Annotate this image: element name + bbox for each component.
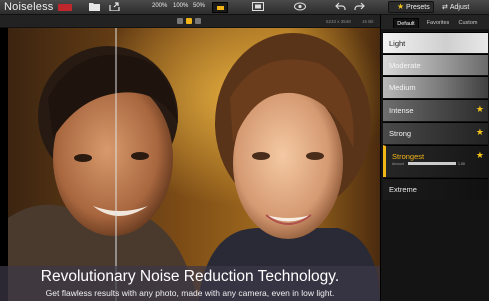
promo-subline: Get flawless results with any photo, mad…: [45, 288, 335, 298]
zoom-100-button[interactable]: 100%: [173, 3, 188, 9]
amount-label: Amount: [392, 162, 405, 166]
preset-label: Light: [389, 39, 406, 48]
app-logo-badge: [58, 4, 72, 11]
undo-icon[interactable]: [334, 2, 346, 13]
preset-medium[interactable]: Medium: [383, 76, 488, 98]
compare-indicator: [217, 6, 224, 10]
preset-intense[interactable]: Intense ★: [383, 99, 488, 121]
split-view-button[interactable]: [186, 18, 192, 24]
single-view-button[interactable]: [177, 18, 183, 24]
preset-category-tabs: Default Favorites Custom: [381, 15, 489, 29]
tab-custom[interactable]: Custom: [455, 18, 481, 28]
redo-icon[interactable]: [353, 2, 365, 13]
preset-strongest[interactable]: Strongest ★ Amount 1.00: [383, 145, 488, 177]
portrait-photo: [8, 28, 380, 301]
view-mode-bar: 5233 x 3548 16 Bit: [0, 15, 380, 28]
amount-slider-fill: [408, 162, 456, 165]
zoom-50-button[interactable]: 50%: [193, 3, 205, 9]
preset-label: Medium: [389, 83, 416, 92]
promo-headline: Revolutionary Noise Reduction Technology…: [40, 268, 340, 285]
adjust-tab[interactable]: ⇄ Adjust: [442, 3, 469, 11]
tab-favorites[interactable]: Favorites: [423, 18, 453, 28]
amount-slider[interactable]: [408, 162, 456, 165]
bit-depth: 16 Bit: [362, 19, 374, 24]
amount-value: 1.00: [458, 162, 465, 166]
main-toolbar: Noiseless 200% 100% 50% ★ Presets ⇄ Adjus…: [0, 0, 489, 15]
adjust-tab-label: Adjust: [449, 4, 470, 11]
side-by-side-view-button[interactable]: [195, 18, 201, 24]
sliders-icon: ⇄: [442, 4, 448, 11]
preset-label: Strong: [389, 129, 412, 138]
favorite-star-icon[interactable]: ★: [476, 127, 484, 138]
star-icon: ★: [397, 2, 405, 11]
eye-icon[interactable]: [294, 2, 306, 13]
presets-tab[interactable]: ★ Presets: [388, 1, 434, 13]
presets-tab-label: Presets: [406, 4, 430, 11]
preset-label: Extreme: [389, 185, 417, 194]
preset-label: Strongest: [392, 152, 425, 161]
compare-toggle-button[interactable]: [212, 2, 228, 13]
preset-moderate[interactable]: Moderate: [383, 54, 488, 75]
folder-icon[interactable]: [88, 2, 100, 13]
presets-panel: Default Favorites Custom Light Moderate Me…: [380, 15, 489, 301]
tab-default[interactable]: Default: [393, 18, 419, 28]
favorite-star-icon[interactable]: ★: [476, 150, 484, 161]
image-canvas[interactable]: [0, 28, 380, 301]
zoom-200-button[interactable]: 200%: [152, 3, 167, 9]
preset-label: Intense: [389, 106, 414, 115]
preset-label: Moderate: [389, 61, 421, 70]
preset-extreme[interactable]: Extreme: [383, 178, 488, 200]
export-icon[interactable]: [108, 2, 120, 13]
app-title: Noiseless: [4, 1, 54, 13]
favorite-star-icon[interactable]: ★: [476, 104, 484, 115]
image-dimensions: 5233 x 3548: [326, 19, 351, 24]
fit-view-icon[interactable]: [252, 2, 264, 13]
preset-strong[interactable]: Strong ★: [383, 122, 488, 144]
preset-light[interactable]: Light: [383, 32, 488, 53]
